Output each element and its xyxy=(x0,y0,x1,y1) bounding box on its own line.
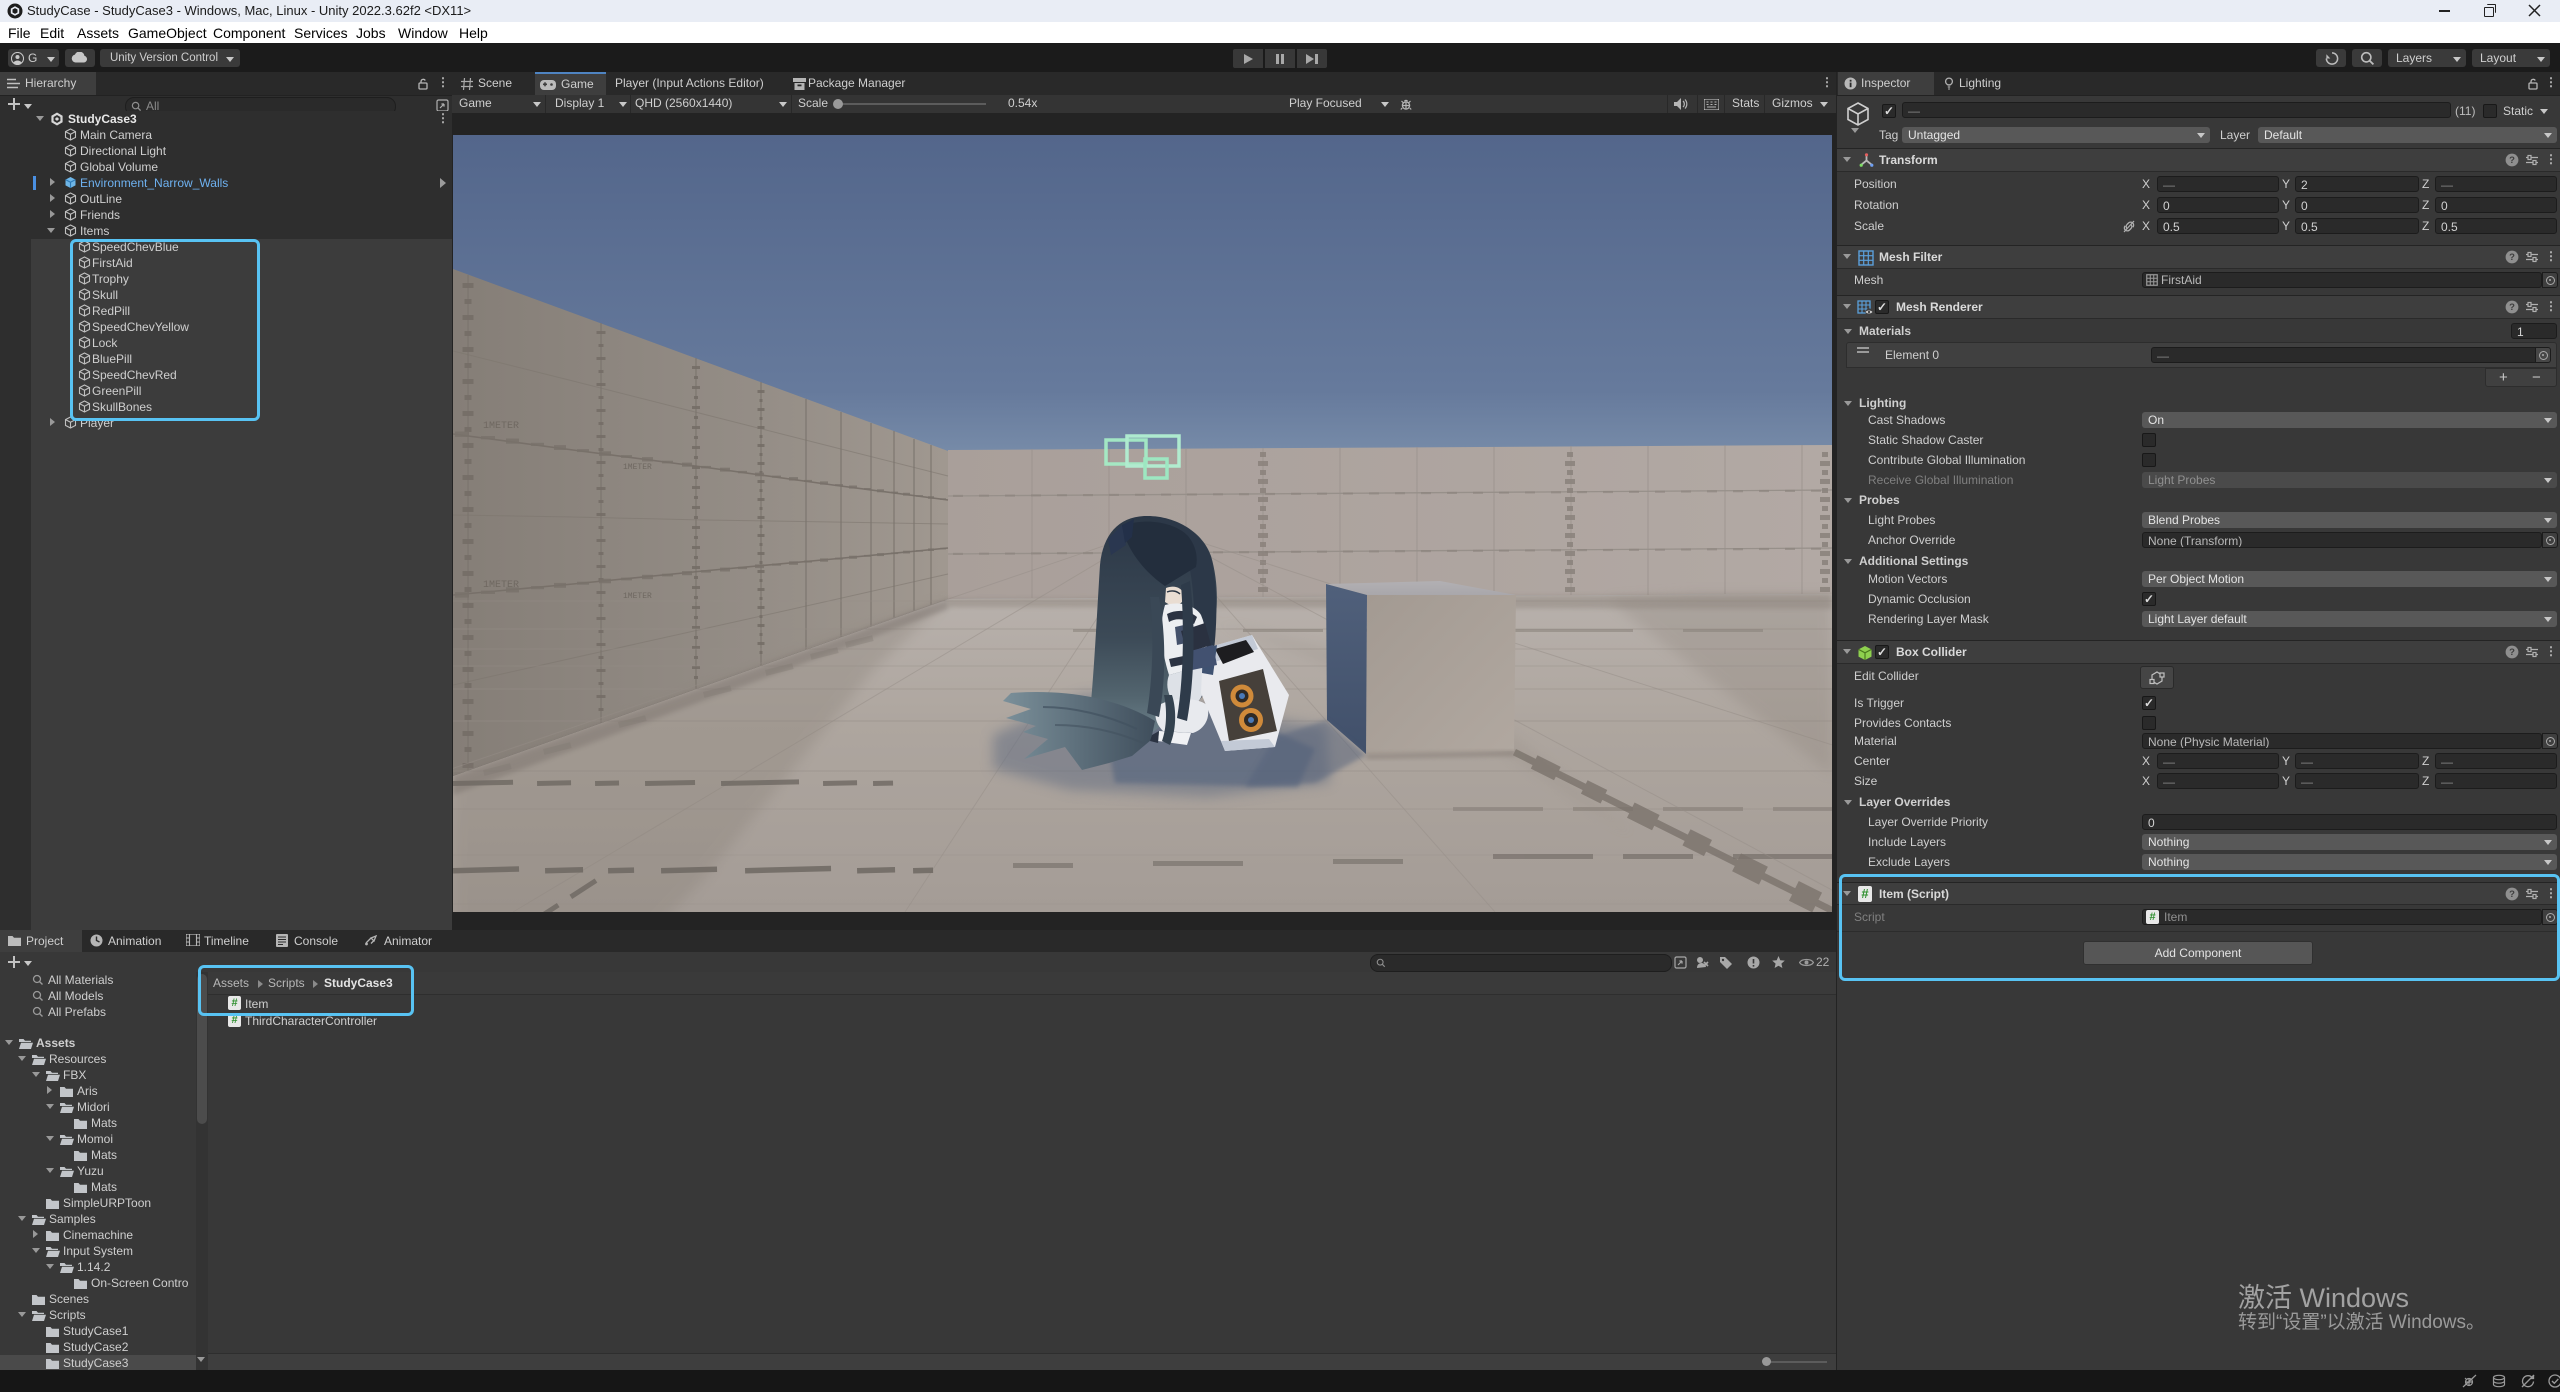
svg-text:?: ? xyxy=(2509,647,2515,658)
svg-text:1METER: 1METER xyxy=(483,421,519,432)
svg-text:?: ? xyxy=(2509,302,2515,313)
svg-text:?: ? xyxy=(2509,252,2515,263)
svg-text:?: ? xyxy=(2509,155,2515,166)
svg-text:1METER: 1METER xyxy=(623,463,652,472)
svg-text:1METER: 1METER xyxy=(623,592,652,601)
svg-text:1METER: 1METER xyxy=(483,580,519,591)
